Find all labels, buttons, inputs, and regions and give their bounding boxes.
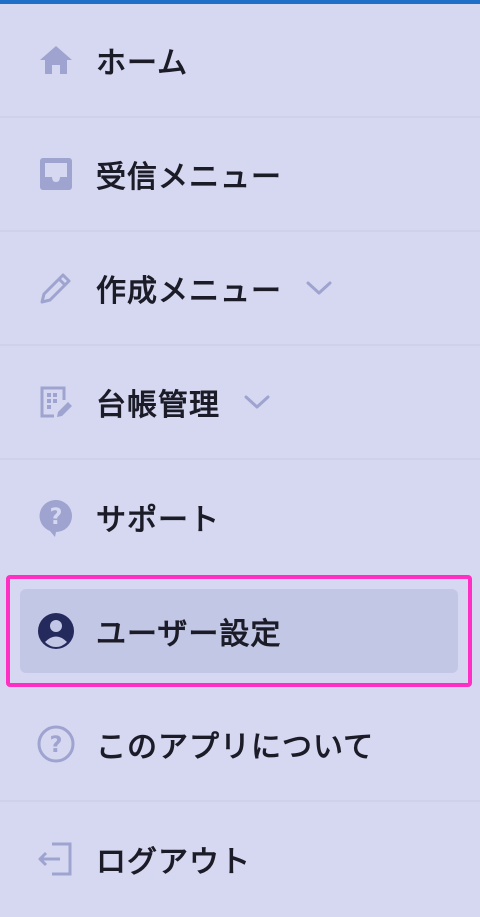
- menu-item-label: 台帳管理: [96, 388, 220, 423]
- logout-icon: [36, 839, 76, 879]
- svg-text:?: ?: [50, 505, 63, 530]
- help-bubble-icon: ?: [36, 497, 76, 537]
- menu-item-label: 受信メニュー: [96, 160, 282, 195]
- menu-item-label: サポート: [96, 503, 220, 538]
- menu-item-label: ユーザー設定: [96, 617, 282, 652]
- menu-item-label: このアプリについて: [96, 730, 375, 765]
- question-circle-icon: ?: [36, 724, 76, 764]
- menu-item-ledger[interactable]: 台帳管理: [0, 346, 480, 460]
- chevron-down-icon[interactable]: [304, 273, 334, 303]
- home-icon: [36, 40, 76, 80]
- chevron-down-icon[interactable]: [242, 387, 272, 417]
- menu-item-logout[interactable]: ログアウト: [0, 802, 480, 916]
- user-circle-icon: [36, 611, 76, 651]
- menu-item-label: ログアウト: [96, 845, 251, 880]
- ledger-icon: [36, 382, 76, 422]
- menu-item-user-settings[interactable]: ユーザー設定: [0, 574, 480, 688]
- menu-item-label: 作成メニュー: [96, 274, 282, 309]
- menu-item-label: ホーム: [96, 46, 189, 81]
- inbox-icon: [36, 154, 76, 194]
- menu-item-about[interactable]: ? このアプリについて: [0, 688, 480, 802]
- svg-text:?: ?: [50, 733, 63, 758]
- pencil-icon: [36, 268, 76, 308]
- menu-item-inbox[interactable]: 受信メニュー: [0, 118, 480, 232]
- menu-item-support[interactable]: ? サポート: [0, 460, 480, 574]
- menu-item-create[interactable]: 作成メニュー: [0, 232, 480, 346]
- side-menu: ホーム 受信メニュー 作成メニュー 台帳管理 ? サポート ユーザー設定 ? こ…: [0, 4, 480, 916]
- menu-item-home[interactable]: ホーム: [0, 4, 480, 118]
